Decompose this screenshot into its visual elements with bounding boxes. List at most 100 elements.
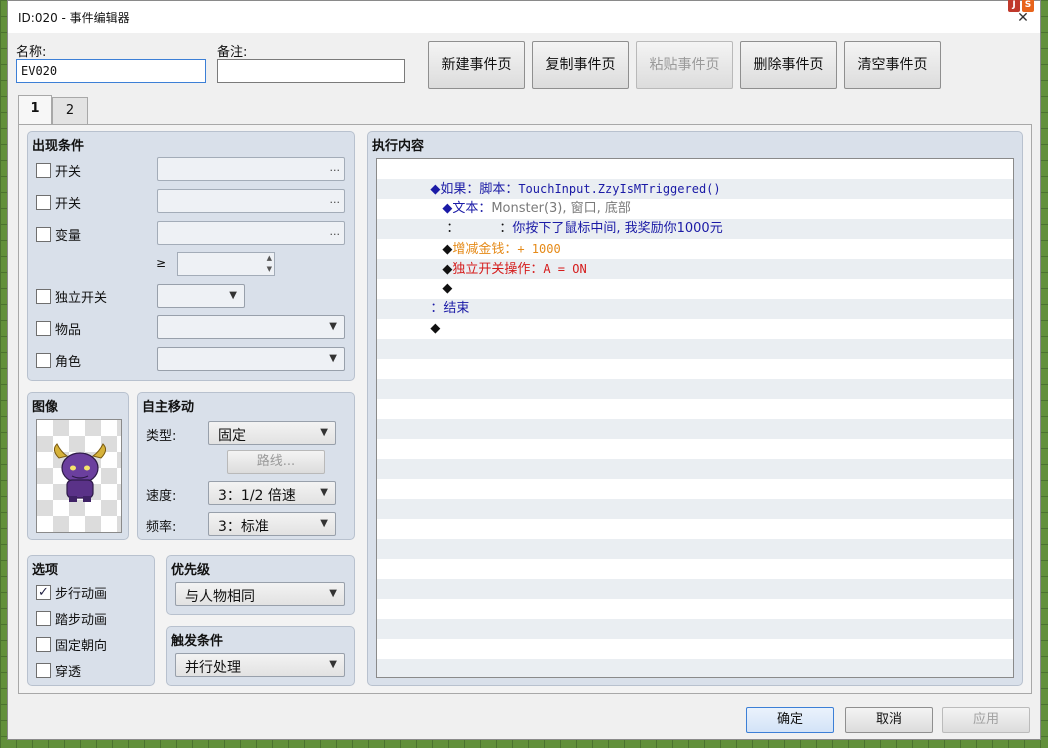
- self-switch-checkbox-row[interactable]: 独立开关: [36, 286, 107, 306]
- direction-fix-row[interactable]: 固定朝向: [36, 634, 107, 654]
- variable-checkbox[interactable]: [36, 226, 51, 242]
- walking-animation-checkbox[interactable]: ✓: [36, 584, 51, 600]
- trigger-select[interactable]: 并行处理 ▼: [175, 653, 345, 677]
- gte-symbol: ≥: [156, 256, 167, 270]
- name-label: 名称:: [16, 45, 47, 60]
- command-line[interactable]: ◆独立开关操作：A = ON: [377, 239, 1013, 277]
- movement-type-value: 固定: [218, 428, 246, 444]
- tab-page-1[interactable]: 1: [18, 95, 52, 125]
- through-row[interactable]: 穿透: [36, 660, 81, 680]
- apply-button[interactable]: 应用: [942, 707, 1030, 733]
- paste-page-button[interactable]: 粘贴事件页: [636, 41, 733, 89]
- priority-title: 优先级: [171, 563, 211, 578]
- new-page-button[interactable]: 新建事件页: [428, 41, 525, 89]
- switch1-field[interactable]: ...: [157, 157, 345, 181]
- walking-animation-row[interactable]: ✓ 步行动画: [36, 582, 107, 602]
- speed-select[interactable]: 3：1/2 倍速 ▼: [208, 481, 336, 505]
- item-checkbox[interactable]: [36, 320, 51, 336]
- ellipsis-icon: ...: [329, 225, 341, 238]
- autonomous-movement-group: 自主移动 类型: 固定 ▼ 路线... 速度: 3：1/2 倍速 ▼ 频率: 3…: [137, 392, 355, 540]
- type-label: 类型:: [146, 429, 177, 444]
- command-line[interactable]: ◆: [377, 299, 1013, 336]
- stepping-animation-row[interactable]: 踏步动画: [36, 608, 107, 628]
- switch2-field[interactable]: ...: [157, 189, 345, 213]
- command-line[interactable]: ◆文本：Monster(3), 窗口, 底部: [377, 179, 1013, 216]
- chevron-down-icon: ▼: [320, 487, 328, 498]
- speed-value: 3：1/2 倍速: [218, 488, 296, 504]
- switch1-label: 开关: [55, 164, 82, 180]
- priority-select[interactable]: 与人物相同 ▼: [175, 582, 345, 606]
- cancel-button[interactable]: 取消: [845, 707, 933, 733]
- self-switch-label: 独立开关: [55, 290, 108, 306]
- clear-page-button[interactable]: 清空事件页: [844, 41, 941, 89]
- chevron-down-icon: ▼: [320, 518, 328, 529]
- trigger-group: 触发条件 并行处理 ▼: [166, 626, 355, 686]
- through-label: 穿透: [55, 664, 82, 680]
- command-line[interactable]: ◆: [377, 259, 1013, 296]
- note-label: 备注:: [217, 45, 248, 60]
- chevron-down-icon: ▼: [320, 427, 328, 438]
- self-switch-checkbox[interactable]: [36, 288, 51, 304]
- autonomous-title: 自主移动: [142, 400, 195, 415]
- tab-page-2[interactable]: 2: [52, 97, 88, 124]
- chevron-down-icon: ▼: [229, 290, 237, 301]
- ellipsis-icon: ...: [329, 193, 341, 206]
- event-editor-window: ID:020 - 事件编辑器 J S ✕ 名称: EV020 备注: 新建事件页…: [7, 0, 1041, 740]
- copy-page-button[interactable]: 复制事件页: [532, 41, 629, 89]
- command-line[interactable]: ：：你按下了鼠标中间, 我奖励你1000元: [377, 199, 1013, 236]
- command-line[interactable]: ：结束: [377, 279, 1013, 316]
- route-button[interactable]: 路线...: [227, 450, 325, 474]
- switch1-checkbox[interactable]: [36, 162, 51, 178]
- frequency-select[interactable]: 3：标准 ▼: [208, 512, 336, 536]
- actor-label: 角色: [55, 354, 82, 370]
- actor-checkbox[interactable]: [36, 352, 51, 368]
- ellipsis-icon: ...: [329, 161, 341, 174]
- item-checkbox-row[interactable]: 物品: [36, 318, 81, 338]
- priority-group: 优先级 与人物相同 ▼: [166, 555, 355, 615]
- direction-fix-checkbox[interactable]: [36, 636, 51, 652]
- self-switch-select[interactable]: ▼: [157, 284, 245, 308]
- stepping-animation-checkbox[interactable]: [36, 610, 51, 626]
- conditions-title: 出现条件: [32, 139, 85, 154]
- switch2-label: 开关: [55, 196, 82, 212]
- priority-value: 与人物相同: [185, 589, 255, 605]
- frequency-label: 频率:: [146, 520, 177, 535]
- note-input[interactable]: [217, 59, 405, 83]
- ok-button[interactable]: 确定: [746, 707, 834, 733]
- item-select[interactable]: ▼: [157, 315, 345, 339]
- chevron-down-icon: ▼: [329, 321, 337, 332]
- event-page-panel: 出现条件 开关 ... 开关 ... 变量 ... ≥ ▲ ▼ 独立开关 ▼ 物…: [18, 124, 1032, 694]
- variable-label: 变量: [55, 228, 82, 244]
- switch2-checkbox-row[interactable]: 开关: [36, 192, 81, 212]
- chevron-down-icon: ▼: [329, 659, 337, 670]
- switch1-checkbox-row[interactable]: 开关: [36, 160, 81, 180]
- actor-checkbox-row[interactable]: 角色: [36, 350, 81, 370]
- speed-label: 速度:: [146, 489, 177, 504]
- trigger-value: 并行处理: [185, 660, 241, 676]
- delete-page-button[interactable]: 删除事件页: [740, 41, 837, 89]
- options-group: 选项 ✓ 步行动画 踏步动画 固定朝向 穿透: [27, 555, 155, 686]
- conditions-group: 出现条件 开关 ... 开关 ... 变量 ... ≥ ▲ ▼ 独立开关 ▼ 物…: [27, 131, 355, 381]
- monster-sprite-icon: [53, 443, 107, 502]
- switch2-checkbox[interactable]: [36, 194, 51, 210]
- spinner-arrows-icon[interactable]: ▲ ▼: [267, 253, 272, 275]
- variable-checkbox-row[interactable]: 变量: [36, 224, 81, 244]
- direction-fix-label: 固定朝向: [55, 638, 108, 654]
- walking-animation-label: 步行动画: [55, 586, 108, 602]
- command-line[interactable]: ◆如果：脚本：TouchInput.ZzyIsMTriggered(): [377, 159, 1013, 197]
- through-checkbox[interactable]: [36, 662, 51, 678]
- window-title: ID:020 - 事件编辑器: [18, 11, 130, 25]
- stepping-animation-label: 踏步动画: [55, 612, 108, 628]
- name-input[interactable]: EV020: [16, 59, 206, 83]
- frequency-value: 3：标准: [218, 519, 269, 535]
- variable-field[interactable]: ...: [157, 221, 345, 245]
- actor-select[interactable]: ▼: [157, 347, 345, 371]
- command-line[interactable]: ◆增减金钱：+ 1000: [377, 219, 1013, 257]
- variable-value-spinner[interactable]: ▲ ▼: [177, 252, 275, 276]
- chevron-down-icon: ▼: [329, 588, 337, 599]
- movement-type-select[interactable]: 固定 ▼: [208, 421, 336, 445]
- character-image-preview[interactable]: [36, 419, 122, 533]
- close-icon[interactable]: ✕: [1014, 9, 1032, 27]
- contents-group: 执行内容 ◆如果：脚本：TouchInput.ZzyIsMTriggered()…: [367, 131, 1023, 686]
- command-list[interactable]: ◆如果：脚本：TouchInput.ZzyIsMTriggered() ◆文本：…: [376, 158, 1014, 678]
